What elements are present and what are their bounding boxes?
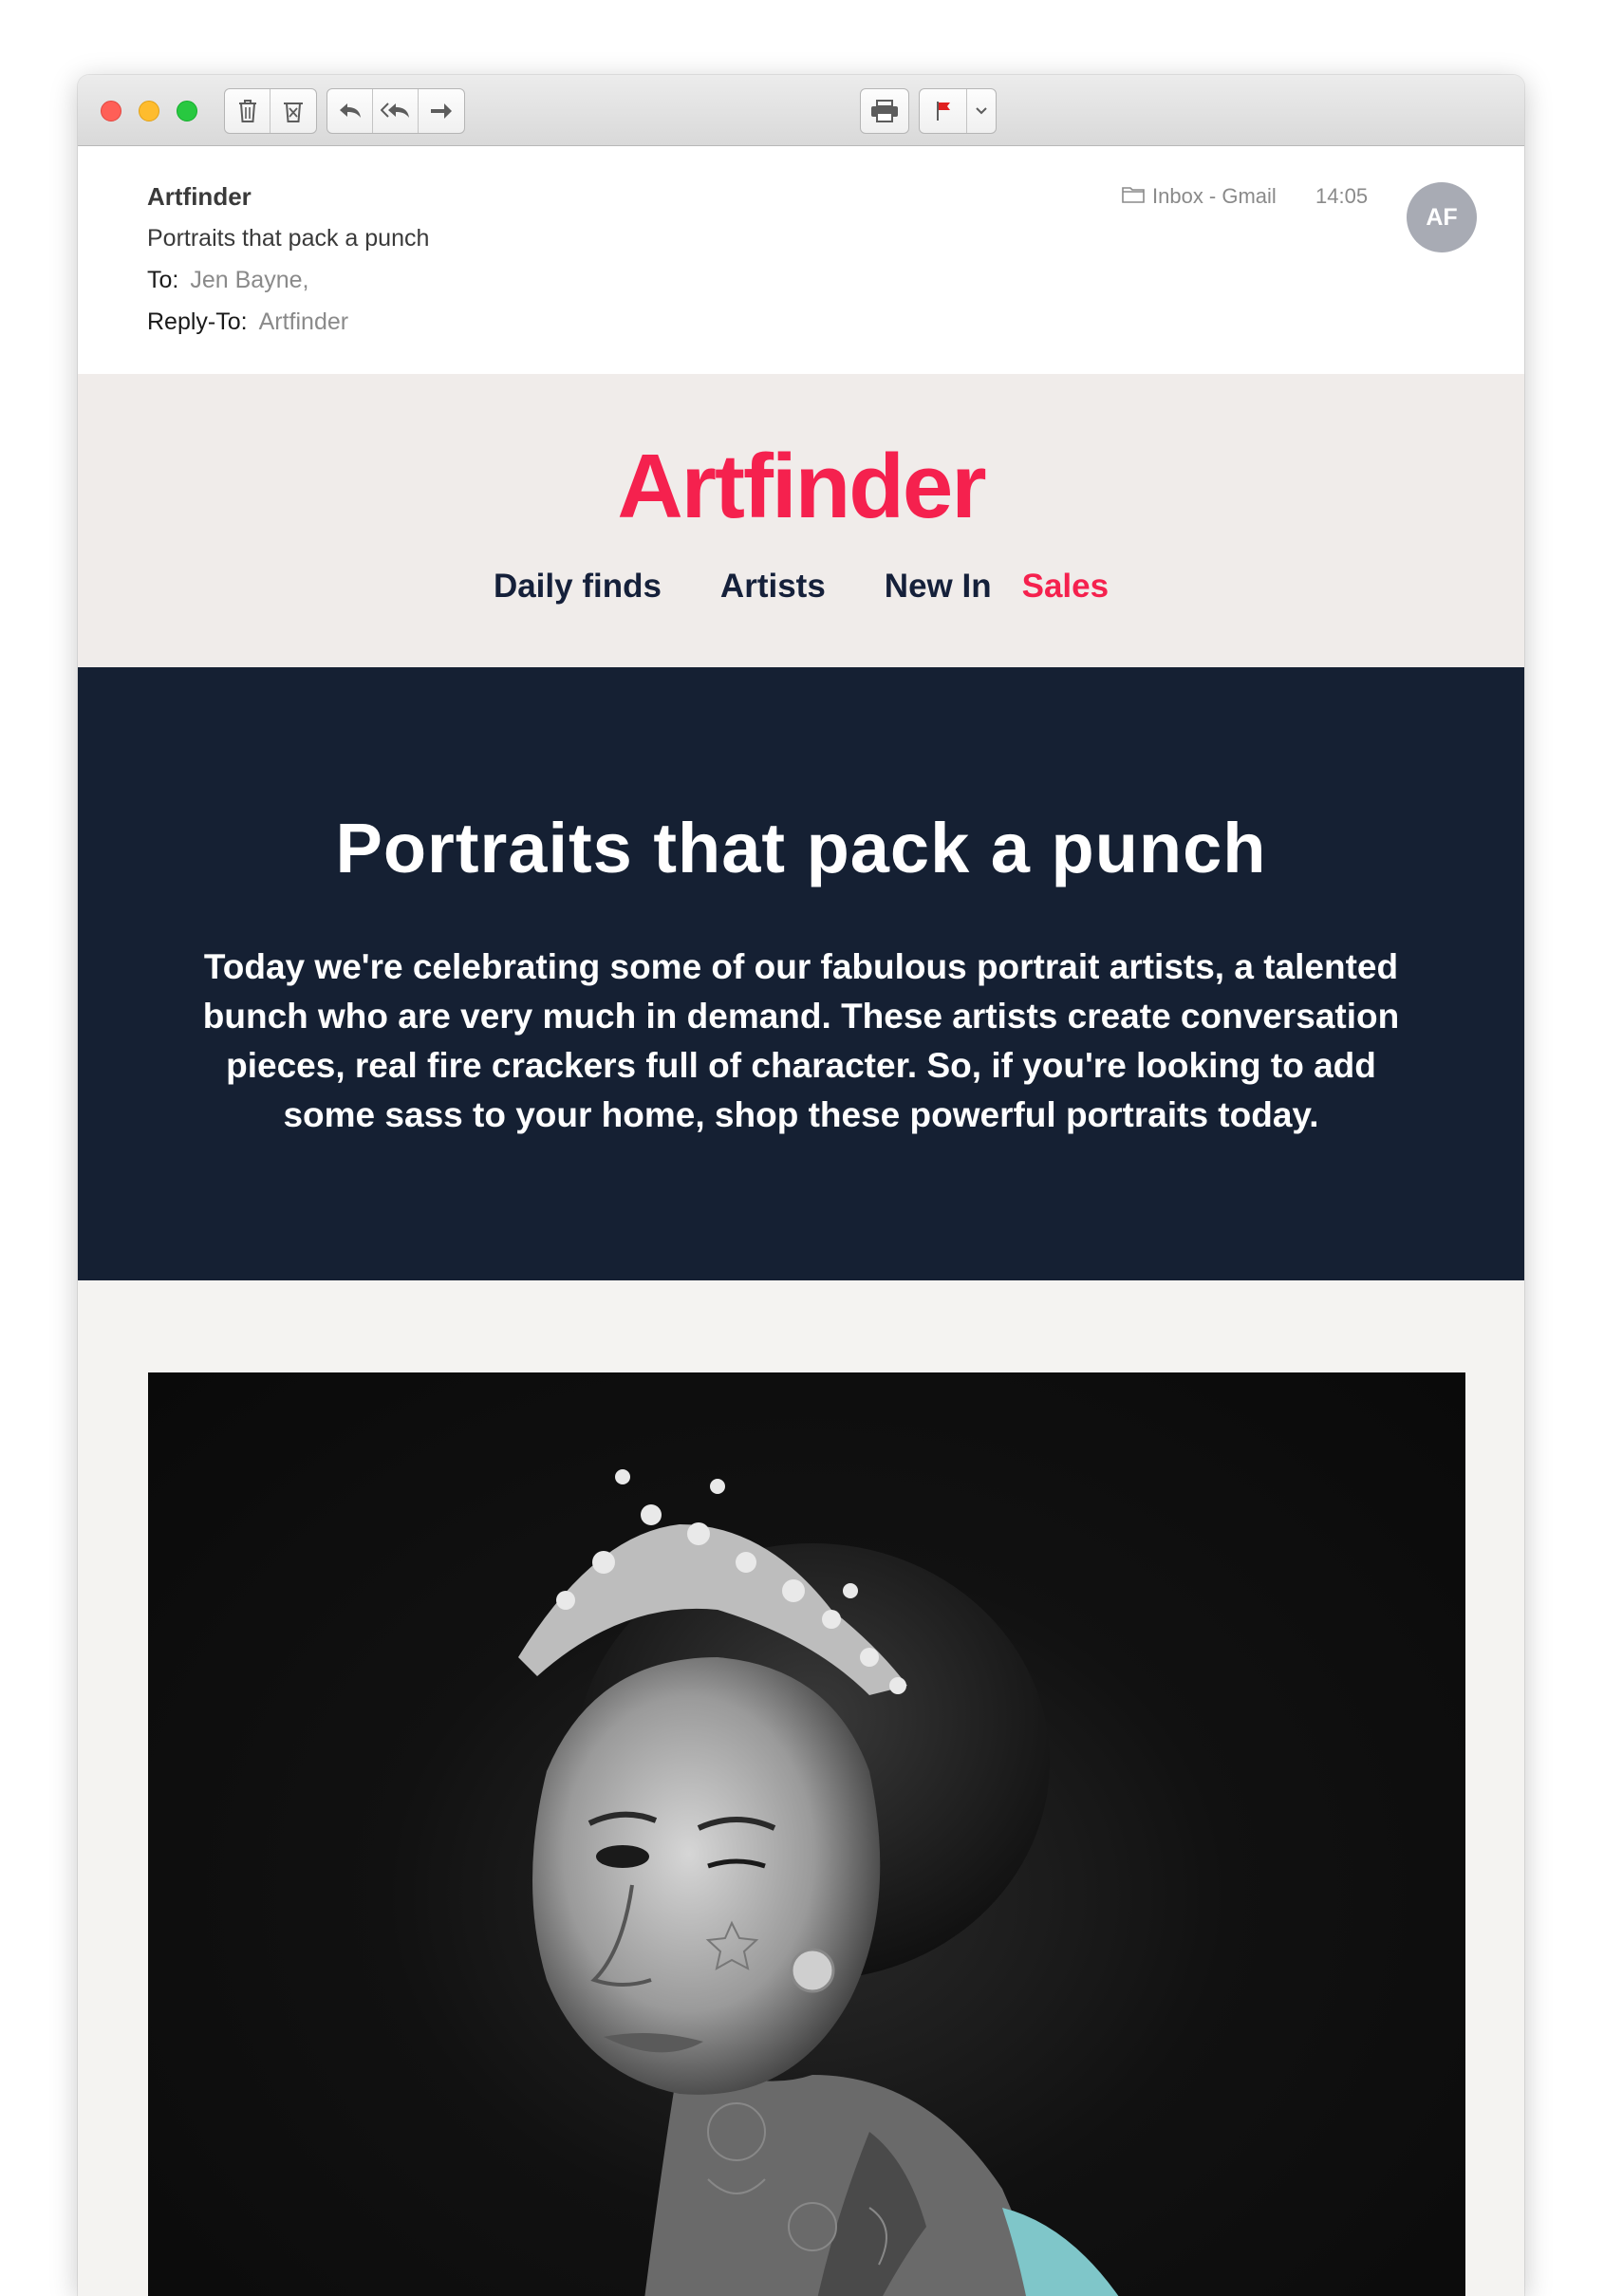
featured-artwork-image[interactable]	[148, 1372, 1465, 2296]
reply-button[interactable]	[327, 89, 373, 133]
hero-body: Today we're celebrating some of our fabu…	[202, 947, 1400, 1134]
nav-daily-finds[interactable]: Daily finds	[494, 568, 662, 606]
reply-to-label: Reply-To:	[147, 308, 248, 335]
delete-group	[224, 88, 317, 134]
print-group	[860, 88, 909, 134]
received-time: 14:05	[1315, 184, 1369, 208]
portrait-illustration	[518, 1469, 1119, 2296]
hero-title: Portraits that pack a punch	[335, 809, 1267, 887]
message-subject: Portraits that pack a punch	[147, 225, 430, 252]
print-icon	[870, 100, 899, 122]
trash-button[interactable]	[225, 89, 270, 133]
reply-all-icon	[380, 102, 411, 121]
print-button[interactable]	[861, 89, 908, 133]
reply-to-row: Reply-To: Artfinder	[147, 308, 348, 336]
mailbox-label: Inbox - Gmail	[1152, 184, 1277, 208]
junk-button[interactable]	[270, 89, 316, 133]
avatar: AF	[1407, 182, 1477, 252]
email-nav: Daily finds Artists New In Sales	[78, 568, 1524, 606]
forward-icon	[429, 102, 454, 121]
hero-banner: Portraits that pack a punch Today we're …	[78, 667, 1524, 1280]
minimize-window-button[interactable]	[139, 101, 159, 121]
mail-window: Artfinder Portraits that pack a punch To…	[78, 75, 1524, 2296]
forward-button[interactable]	[419, 89, 464, 133]
flag-group	[919, 88, 997, 134]
email-content	[78, 1280, 1524, 2296]
flag-menu-button[interactable]	[967, 89, 996, 133]
sender-name[interactable]: Artfinder	[147, 182, 252, 212]
chevron-down-icon	[976, 107, 987, 115]
nav-new-in[interactable]: New In	[885, 568, 992, 606]
reply-all-button[interactable]	[373, 89, 419, 133]
reply-to-address[interactable]: Artfinder	[259, 308, 348, 335]
mailbox-indicator[interactable]: Inbox - Gmail	[1122, 184, 1277, 209]
to-row: To: Jen Bayne,	[147, 267, 308, 294]
email-brand-bar: Artfinder Daily finds Artists New In Sal…	[78, 374, 1524, 667]
flag-button[interactable]	[920, 89, 967, 133]
reply-icon	[338, 102, 363, 121]
folder-icon	[1122, 184, 1152, 209]
nav-artists[interactable]: Artists	[720, 568, 826, 606]
nav-sales[interactable]: Sales	[1022, 568, 1109, 606]
maximize-window-button[interactable]	[177, 101, 197, 121]
flag-icon	[934, 100, 953, 122]
trash-icon	[237, 99, 258, 123]
junk-icon	[282, 99, 305, 123]
artfinder-logo[interactable]: Artfinder	[78, 435, 1524, 539]
reply-group	[326, 88, 465, 134]
to-label: To:	[147, 267, 179, 293]
close-window-button[interactable]	[101, 101, 121, 121]
toolbar	[78, 75, 1524, 146]
to-recipient[interactable]: Jen Bayne,	[190, 267, 308, 293]
